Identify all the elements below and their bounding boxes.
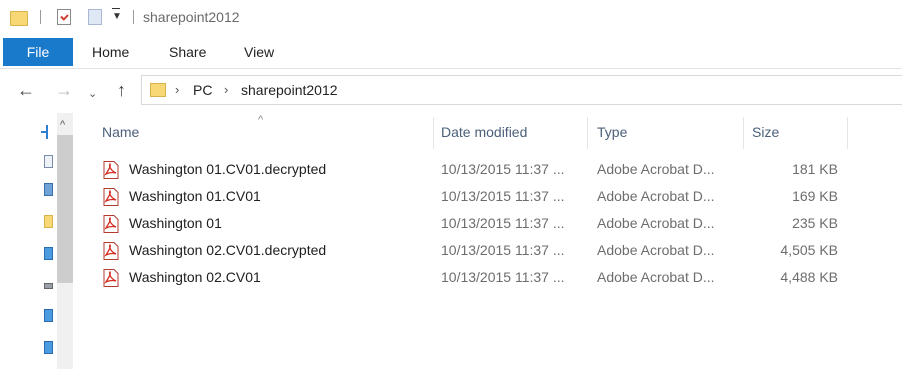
breadcrumb-chevron-icon[interactable]: › [224,82,228,97]
file-row[interactable]: Washington 01 10/13/2015 11:37 ... Adobe… [75,210,902,237]
address-folder-icon [150,83,166,97]
drive-icon[interactable] [44,283,53,289]
breadcrumb-chevron-icon[interactable]: › [175,82,179,97]
file-row[interactable]: Washington 01.CV01.decrypted 10/13/2015 … [75,156,902,183]
window-title: sharepoint2012 [143,9,240,25]
network-monitor-icon[interactable] [44,309,53,322]
pictures-icon[interactable] [44,183,53,196]
column-size[interactable]: Size [752,124,779,140]
file-name: Washington 01 [129,215,222,231]
column-header-row: ^ Name Date modified Type Size [75,113,902,149]
file-type: Adobe Acrobat D... [597,215,715,231]
documents-icon[interactable] [44,155,53,168]
forward-arrow-icon[interactable]: → [55,80,73,100]
column-name[interactable]: Name [102,124,139,140]
pdf-icon [103,242,119,260]
tab-share[interactable]: Share [169,44,206,60]
file-date-modified: 10/13/2015 11:37 ... [441,215,565,231]
monitor-icon[interactable] [44,247,53,260]
file-list: ^ Name Date modified Type Size Washingto… [75,113,902,369]
title-bar: ▼ sharepoint2012 [0,0,902,36]
tab-file[interactable]: File [3,38,73,66]
file-name: Washington 01.CV01 [129,188,261,204]
column-divider[interactable] [587,117,588,149]
folder-icon [10,11,28,26]
file-size: 4,505 KB [780,242,838,258]
folder-icon[interactable] [44,215,53,228]
up-arrow-icon[interactable]: ↑ [117,80,126,100]
column-type[interactable]: Type [597,124,627,140]
file-date-modified: 10/13/2015 11:37 ... [441,161,565,177]
pdf-icon [103,269,119,287]
file-size: 169 KB [792,188,838,204]
file-type: Adobe Acrobat D... [597,269,715,285]
ribbon-tabs: File Home Share View [0,36,902,69]
file-date-modified: 10/13/2015 11:37 ... [441,242,565,258]
properties-icon[interactable] [57,9,71,25]
new-folder-icon[interactable] [88,9,102,25]
file-type: Adobe Acrobat D... [597,161,715,177]
file-name: Washington 02.CV01 [129,269,261,285]
file-name: Washington 02.CV01.decrypted [129,242,327,258]
file-type: Adobe Acrobat D... [597,242,715,258]
navigation-pane: ^ [0,113,75,369]
breadcrumb-pc[interactable]: PC [193,82,212,98]
file-size: 4,488 KB [780,269,838,285]
computer-icon[interactable] [44,341,53,354]
column-divider[interactable] [847,117,848,149]
title-divider [133,10,134,24]
scroll-up-chevron-icon[interactable]: ^ [60,119,65,131]
file-row[interactable]: Washington 02.CV01 10/13/2015 11:37 ... … [75,264,902,291]
file-type: Adobe Acrobat D... [597,188,715,204]
address-bar[interactable]: › PC › sharepoint2012 [141,75,902,105]
breadcrumb-sharepoint2012[interactable]: sharepoint2012 [241,82,338,98]
column-divider[interactable] [743,117,744,149]
file-date-modified: 10/13/2015 11:37 ... [441,188,565,204]
file-date-modified: 10/13/2015 11:37 ... [441,269,565,285]
quick-access-divider [40,10,41,24]
file-size: 181 KB [792,161,838,177]
sort-ascending-icon: ^ [258,114,264,126]
pdf-icon [103,161,119,179]
tab-home[interactable]: Home [92,44,129,60]
column-divider[interactable] [433,117,434,149]
pdf-icon [103,215,119,233]
file-row[interactable]: Washington 02.CV01.decrypted 10/13/2015 … [75,237,902,264]
navigation-bar: ← → ⌄ ↑ › PC › sharepoint2012 [0,70,902,110]
back-arrow-icon[interactable]: ← [17,80,35,100]
pdf-icon [103,188,119,206]
tab-view[interactable]: View [244,44,274,60]
column-date-modified[interactable]: Date modified [441,124,527,140]
file-size: 235 KB [792,215,838,231]
customize-dropdown-icon[interactable]: ▼ [112,8,122,23]
file-name: Washington 01.CV01.decrypted [129,161,327,177]
recent-locations-chevron-icon[interactable]: ⌄ [88,84,97,104]
file-row[interactable]: Washington 01.CV01 10/13/2015 11:37 ... … [75,183,902,210]
scrollbar-thumb[interactable] [57,135,73,283]
